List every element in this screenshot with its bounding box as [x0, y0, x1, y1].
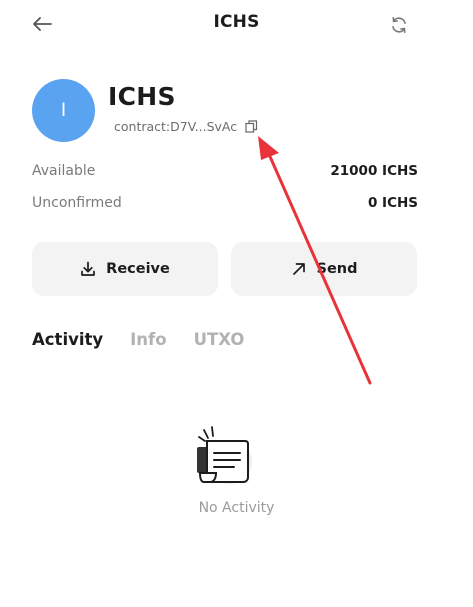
refresh-button[interactable]: [386, 12, 412, 38]
tab-info[interactable]: Info: [130, 330, 166, 349]
download-icon: [80, 261, 96, 277]
header: ICHS: [0, 0, 473, 48]
unconfirmed-label: Unconfirmed: [32, 195, 122, 211]
available-label: Available: [32, 163, 96, 179]
send-button[interactable]: Send: [231, 242, 417, 296]
tab-activity[interactable]: Activity: [32, 330, 103, 349]
token-name: ICHS: [108, 82, 176, 111]
arrow-up-right-icon: [291, 261, 307, 277]
tab-utxo[interactable]: UTXO: [194, 330, 245, 349]
tab-bar: Activity Info UTXO: [32, 330, 271, 349]
copy-button[interactable]: [244, 120, 258, 134]
available-row: Available 21000 ICHS: [32, 160, 418, 182]
token-avatar: I: [32, 79, 95, 142]
contract-address: contract:D7V...SvAc: [114, 119, 238, 134]
receive-label: Receive: [106, 261, 170, 277]
empty-document-icon: [197, 426, 252, 484]
unconfirmed-value: 0 ICHS: [367, 195, 418, 211]
send-label: Send: [316, 261, 358, 277]
unconfirmed-row: Unconfirmed 0 ICHS: [32, 192, 418, 214]
contract-row: contract:D7V...SvAc: [114, 119, 258, 134]
copy-icon: [245, 120, 257, 133]
empty-state-text: No Activity: [198, 500, 275, 516]
available-value: 21000 ICHS: [330, 163, 418, 179]
receive-button[interactable]: Receive: [32, 242, 218, 296]
refresh-icon: [392, 17, 406, 33]
avatar-letter: I: [60, 99, 67, 121]
